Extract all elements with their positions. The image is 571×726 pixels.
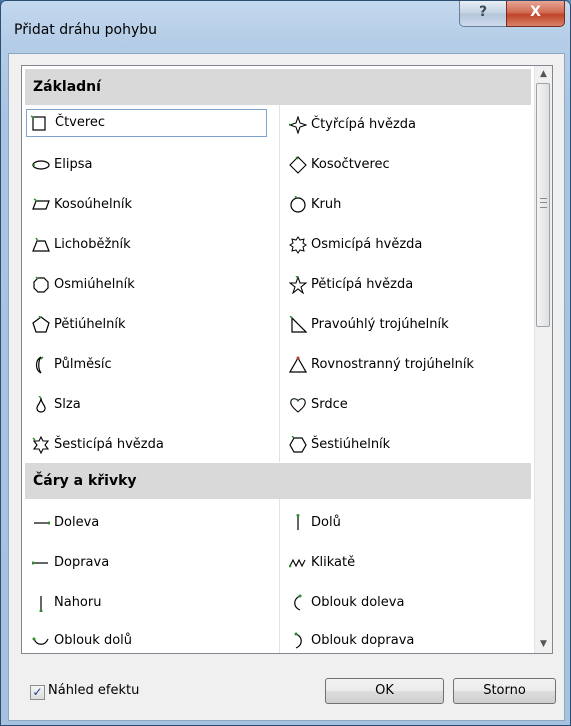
six-point-star-icon <box>32 436 50 454</box>
dialog-client-area: Základní Čtverec Elipsa Kosoúhelník Lich… <box>8 53 565 721</box>
list-item[interactable]: Šestiúhelník <box>289 431 529 459</box>
list-item[interactable]: Pěticípá hvězda <box>289 271 529 299</box>
column-divider <box>279 105 280 462</box>
list-item[interactable]: Doprava <box>32 549 272 577</box>
line-right-icon <box>32 554 50 572</box>
list-item[interactable]: Klikatě <box>289 549 529 577</box>
list-item[interactable]: Srdce <box>289 391 529 419</box>
preview-effect-label: Náhled efektu <box>48 683 140 698</box>
column-divider <box>279 499 280 653</box>
arc-down-icon <box>32 632 50 650</box>
teardrop-icon <box>32 396 50 414</box>
checkbox-box[interactable]: ✓ <box>30 685 45 700</box>
list-item[interactable]: Rovnostranný trojúhelník <box>289 351 529 379</box>
list-item[interactable]: Lichoběžník <box>32 231 272 259</box>
parallelogram-icon <box>32 196 50 214</box>
line-down-icon <box>289 514 307 532</box>
list-item[interactable]: Doleva <box>32 509 272 537</box>
list-item[interactable]: Kosočtverec <box>289 151 529 179</box>
list-item[interactable]: Osmicípá hvězda <box>289 231 529 259</box>
hexagon-icon <box>289 436 307 454</box>
close-button[interactable]: X <box>506 1 565 27</box>
motion-path-list[interactable]: Základní Čtverec Elipsa Kosoúhelník Lich… <box>21 65 553 654</box>
vertical-scrollbar[interactable]: ▲ ▼ <box>534 66 552 653</box>
octagon-icon <box>32 276 50 294</box>
square-icon <box>30 114 48 132</box>
list-item[interactable]: Slza <box>32 391 272 419</box>
right-triangle-icon <box>289 316 307 334</box>
diamond-icon <box>289 156 307 174</box>
list-item[interactable]: Oblouk doleva <box>289 589 529 617</box>
cancel-button[interactable]: Storno <box>453 678 556 704</box>
scroll-down-arrow-icon[interactable]: ▼ <box>535 636 552 653</box>
ok-button[interactable]: OK <box>325 678 444 704</box>
equilateral-triangle-icon <box>289 356 307 374</box>
dialog-window: Přidat dráhu pohybu ? X Základní Čtverec… <box>0 0 571 726</box>
trapezoid-icon <box>32 236 50 254</box>
list-item[interactable]: Osmiúhelník <box>32 271 272 299</box>
title-bar[interactable]: Přidat dráhu pohybu ? X <box>1 1 570 43</box>
grip-icon <box>540 198 547 208</box>
ellipse-icon <box>32 156 50 174</box>
circle-icon <box>289 196 307 214</box>
list-item[interactable]: Oblouk dolů <box>32 627 272 653</box>
line-up-icon <box>32 594 50 612</box>
list-item[interactable]: Dolů <box>289 509 529 537</box>
list-item[interactable]: Oblouk doprava <box>289 627 529 653</box>
list-item[interactable]: Pětiúhelník <box>32 311 272 339</box>
four-point-star-icon <box>289 116 307 134</box>
list-item[interactable]: Čtyřcípá hvězda <box>289 111 529 139</box>
dialog-title: Přidat dráhu pohybu <box>14 22 158 38</box>
arc-left-icon <box>289 594 307 612</box>
list-item[interactable]: Pravoúhlý trojúhelník <box>289 311 529 339</box>
arc-right-icon <box>289 632 307 650</box>
scrollbar-thumb[interactable] <box>536 83 550 327</box>
crescent-icon <box>32 356 50 374</box>
list-item[interactable]: Kosoúhelník <box>32 191 272 219</box>
list-item[interactable]: Čtverec <box>26 109 267 137</box>
eight-point-star-icon <box>289 236 307 254</box>
five-point-star-icon <box>289 276 307 294</box>
section-header-basic: Základní <box>25 69 531 105</box>
list-item[interactable]: Kruh <box>289 191 529 219</box>
scroll-up-arrow-icon[interactable]: ▲ <box>535 66 552 83</box>
list-item[interactable]: Nahoru <box>32 589 272 617</box>
list-item[interactable]: Elipsa <box>32 151 272 179</box>
list-item[interactable]: Šesticípá hvězda <box>32 431 272 459</box>
line-left-icon <box>32 514 50 532</box>
help-button[interactable]: ? <box>459 1 507 27</box>
section-header-lines-curves: Čáry a křivky <box>25 463 531 499</box>
pentagon-icon <box>32 316 50 334</box>
list-item[interactable]: Půlměsíc <box>32 351 272 379</box>
zigzag-icon <box>289 554 307 572</box>
heart-icon <box>289 396 307 414</box>
